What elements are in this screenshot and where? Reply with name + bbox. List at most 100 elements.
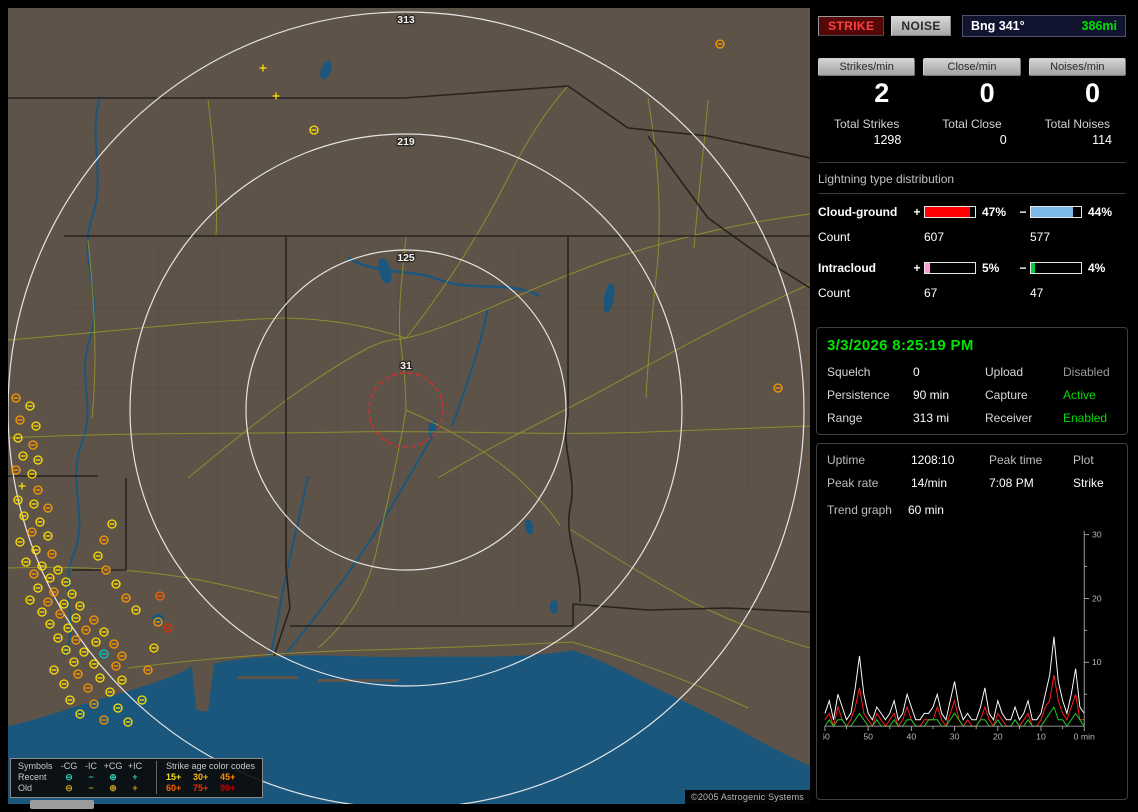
info-grid: Uptime 1208:10 Peak time Plot Peak rate … [823,453,1121,490]
cloud-ground-label: Cloud-ground [818,205,898,219]
cg-negative-bar [1030,206,1082,218]
totals-labels-row: Total Strikes Total Close Total Noises [816,109,1128,131]
ic-positive-count: 67 [924,286,938,300]
svg-text:50: 50 [863,732,873,742]
svg-text:10: 10 [1092,657,1102,667]
strike-toggle-button[interactable]: STRIKE [818,16,885,36]
intracloud-row: Intracloud + 5% − 4% [816,261,1128,275]
svg-text:125: 125 [397,252,415,264]
bearing-distance: 386mi [1081,19,1117,33]
total-noises-value: 114 [1092,133,1112,147]
noise-toggle-button[interactable]: NOISE [891,16,951,36]
svg-text:40: 40 [907,732,917,742]
bearing-label: Bng 341° [971,19,1025,33]
section-divider [818,193,1126,194]
legend-symbols: Symbols -CG -IC +CG +IC Recent ⊖ − ⊕ + Old ⊖ − ⊕ + [18,761,146,794]
receiver-value: Enabled [1063,411,1108,425]
legend-recent-row: Recent ⊖ − ⊕ + [18,771,138,782]
svg-text:219: 219 [397,136,415,148]
statistics-section: Uptime 1208:10 Peak time Plot Peak rate … [816,443,1128,800]
count-label: Count [818,230,851,244]
persistence-label: Persistence [827,388,890,402]
peak-rate-label: Peak rate [827,476,879,490]
close-per-min-value: 0 [979,78,995,108]
map-legend: Symbols -CG -IC +CG +IC Recent ⊖ − ⊕ + Old ⊖ − ⊕ + S… [10,758,264,798]
range-label: Range [827,411,863,425]
section-divider [818,162,1126,163]
svg-text:60: 60 [823,732,830,742]
strikes-per-min-value: 2 [874,78,890,108]
trend-graph-label: Trend graph [827,503,892,517]
upload-label: Upload [985,365,1024,379]
cloud-ground-row: Cloud-ground + 47% − 44% [816,205,1128,219]
total-close-label: Total Close [942,117,1002,131]
trend-graph: 10 20 30 60 50 40 30 20 10 0 min [823,530,1102,742]
status-grid: Squelch 0 Upload Disabled Persistence 90… [827,365,1117,425]
intracloud-count-row: Count 67 47 [816,286,1128,300]
trend-graph-header: Trend graph 60 min [823,503,1121,517]
map-canvas: 313 219 125 31 [8,8,810,804]
svg-text:30: 30 [950,732,960,742]
total-noises-label: Total Noises [1044,117,1111,131]
svg-text:10: 10 [1036,732,1046,742]
copyright-label: ©2005 Astrogenic Systems [685,790,810,804]
rate-values-row: 2 0 0 [816,76,1128,109]
strikes-per-min-button[interactable]: Strikes/min [818,58,916,76]
cg-positive-count: 607 [924,230,945,244]
uptime-value: 1208:10 [911,453,955,467]
status-panel: STRIKE NOISE Bng 341° 386mi Strikes/min … [814,8,1130,804]
cg-positive-pct: 47% [982,205,1007,219]
datetime-display: 3/3/2026 8:25:19 PM [827,337,974,354]
capture-label: Capture [985,388,1028,402]
bearing-display: Bng 341° 386mi [962,15,1126,37]
age-codes-row: 15+ 30+ 45+ [166,771,236,782]
trend-window-value: 60 min [907,503,944,517]
rate-buttons-row: Strikes/min Close/min Noises/min [816,58,1128,76]
intracloud-label: Intracloud [818,261,877,275]
squelch-value: 0 [913,365,920,379]
svg-text:20: 20 [993,732,1003,742]
minus-sign: − [1019,205,1027,219]
total-strikes-label: Total Strikes [833,117,900,131]
taskbar-fragment [30,800,94,809]
peak-time-label: Peak time [989,453,1043,467]
ic-negative-bar [1030,262,1082,274]
ic-positive-pct: 5% [982,261,1000,275]
age-codes-title: Strike age color codes [166,761,256,771]
uptime-label: Uptime [827,453,866,467]
ic-negative-count: 47 [1030,286,1044,300]
totals-values-row: 1298 0 114 [816,131,1128,147]
svg-text:20: 20 [1092,593,1102,603]
cg-negative-count: 577 [1030,230,1051,244]
count-label: Count [818,286,851,300]
plus-sign: + [913,261,921,275]
persistence-value: 90 min [913,388,950,402]
status-section: 3/3/2026 8:25:19 PM Squelch 0 Upload Dis… [816,327,1128,435]
range-value: 313 mi [913,411,950,425]
peak-rate-value: 14/min [911,476,948,490]
legend-header-row: Symbols -CG -IC +CG +IC [18,760,143,771]
svg-text:30: 30 [1092,530,1102,540]
age-codes-row: 60+ 75+ 90+ [166,782,236,793]
total-strikes-value: 1298 [873,133,902,147]
legend-old-row: Old ⊖ − ⊕ + [18,782,138,793]
legend-age-codes: Strike age color codes 15+ 30+ 45+ 60+ 75+ 9… [156,761,255,794]
noises-per-min-value: 0 [1084,78,1100,108]
minus-sign: − [1019,261,1027,275]
cg-negative-pct: 44% [1088,205,1113,219]
ic-positive-bar [924,262,976,274]
svg-text:0 min: 0 min [1074,732,1095,742]
svg-text:31: 31 [400,360,412,372]
plot-label: Plot [1073,453,1094,467]
total-close-value: 0 [999,133,1007,147]
capture-value: Active [1063,388,1096,402]
noises-per-min-button[interactable]: Noises/min [1028,58,1126,76]
plus-sign: + [913,205,921,219]
lightning-map[interactable]: 313 219 125 31 Symbols -CG -IC +CG +IC Recent ⊖ −… [8,8,810,804]
ic-negative-pct: 4% [1088,261,1106,275]
plot-value: Strike [1073,476,1104,490]
squelch-label: Squelch [827,365,871,379]
peak-time-value: 7:08 PM [989,476,1034,490]
close-per-min-button[interactable]: Close/min [923,58,1021,76]
panel-topbar: STRIKE NOISE Bng 341° 386mi [816,14,1128,38]
